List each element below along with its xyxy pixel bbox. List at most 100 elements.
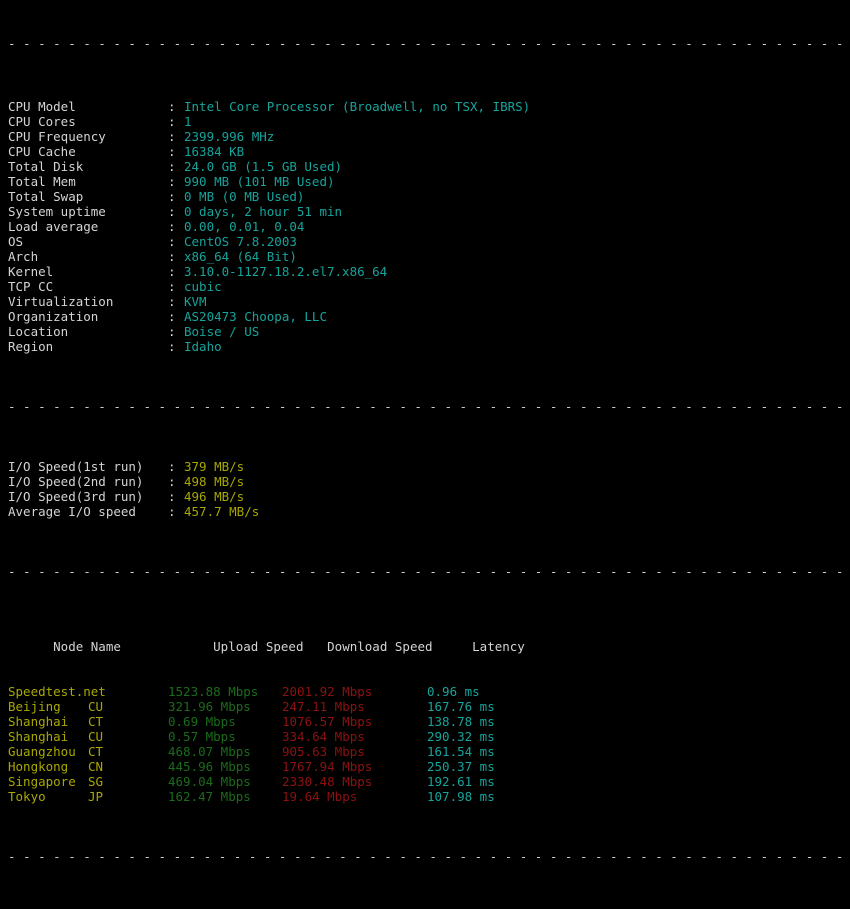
system-info-value: Idaho — [184, 339, 222, 354]
io-speed-value: 496 MB/s — [184, 489, 245, 504]
system-info-value: 16384 KB — [184, 144, 245, 159]
system-info-colon: : — [168, 114, 176, 129]
speedtest-node-carrier: SG — [88, 774, 104, 789]
separator-top: - - - - - - - - - - - - - - - - - - - - … — [8, 39, 850, 48]
speedtest-upload-speed: 445.96 Mbps — [168, 759, 251, 774]
speedtest-node-name: Singapore — [8, 774, 76, 789]
speedtest-row: Beijing CU 321.96 Mbps 247.11 Mbps 167.76 ms — [8, 699, 850, 714]
header-upload-speed: Upload Speed — [213, 639, 304, 654]
speedtest-row: Guangzhou CT 468.07 Mbps 905.63 Mbps 161.54 … — [8, 744, 850, 759]
speedtest-download-speed: 1076.57 Mbps — [282, 714, 373, 729]
system-info-value: Intel Core Processor (Broadwell, no TSX,… — [184, 99, 531, 114]
system-info-colon: : — [168, 204, 176, 219]
system-info-row: CPU Model: Intel Core Processor (Broadwel… — [8, 99, 850, 114]
speedtest-node-carrier: JP — [88, 789, 104, 804]
system-info-colon: : — [168, 264, 176, 279]
io-speed-row: I/O Speed(2nd run):498 MB/s — [8, 474, 850, 489]
speedtest-row: Hongkong CN 445.96 Mbps 1767.94 Mbps 250.37 … — [8, 759, 850, 774]
system-info-row: CPU Cores:1 — [8, 114, 850, 129]
system-info-colon: : — [168, 339, 176, 354]
speedtest-node-name: Hongkong — [8, 759, 69, 774]
system-info-value: 990 MB (101 MB Used) — [184, 174, 335, 189]
system-info-section: CPU Model: Intel Core Processor (Broadwel… — [8, 99, 850, 354]
system-info-value: 0.00, 0.01, 0.04 — [184, 219, 305, 234]
system-info-colon: : — [168, 129, 176, 144]
io-speed-colon: : — [168, 474, 176, 489]
system-info-label: Load average — [8, 219, 99, 234]
system-info-colon: : — [168, 174, 176, 189]
system-info-label: Virtualization — [8, 294, 114, 309]
speedtest-node-carrier: CT — [88, 714, 104, 729]
io-speed-value: 379 MB/s — [184, 459, 245, 474]
system-info-label: Total Mem — [8, 174, 76, 189]
system-info-colon: : — [168, 309, 176, 324]
speedtest-download-speed: 2001.92 Mbps — [282, 684, 373, 699]
speedtest-row: Shanghai CT 0.69 Mbps 1076.57 Mbps 138.78 ms — [8, 714, 850, 729]
system-info-value: cubic — [184, 279, 222, 294]
speedtest-upload-speed: 0.69 Mbps — [168, 714, 236, 729]
system-info-value: 2399.996 MHz — [184, 129, 275, 144]
system-info-row: Kernel:3.10.0-1127.18.2.el7.x86_64 — [8, 264, 850, 279]
speedtest-upload-speed: 162.47 Mbps — [168, 789, 251, 804]
header-node-name: Node Name — [53, 639, 121, 654]
system-info-row: TCP CC: cubic — [8, 279, 850, 294]
speedtest-node-name: Shanghai — [8, 729, 69, 744]
io-speed-value: 498 MB/s — [184, 474, 245, 489]
system-info-colon: : — [168, 324, 176, 339]
speedtest-download-speed: 1767.94 Mbps — [282, 759, 373, 774]
io-speed-label: Average I/O speed — [8, 504, 136, 519]
system-info-colon: : — [168, 189, 176, 204]
terminal-window: - - - - - - - - - - - - - - - - - - - - … — [0, 0, 850, 864]
speedtest-upload-speed: 321.96 Mbps — [168, 699, 251, 714]
speedtest-node-carrier: CU — [88, 729, 104, 744]
system-info-value: 1 — [184, 114, 192, 129]
system-info-label: Total Disk — [8, 159, 84, 174]
speedtest-node-name: Speedtest.net — [8, 684, 106, 699]
speedtest-upload-speed: 1523.88 Mbps — [168, 684, 259, 699]
system-info-colon: : — [168, 99, 176, 114]
system-info-row: Region: Idaho — [8, 339, 850, 354]
io-speed-label: I/O Speed(1st run) — [8, 459, 144, 474]
speedtest-download-speed: 905.63 Mbps — [282, 744, 365, 759]
system-info-label: Arch — [8, 249, 39, 264]
system-info-colon: : — [168, 144, 176, 159]
speedtest-header-row: Node Name Upload Speed Download Speed Laten… — [8, 624, 850, 654]
speedtest-latency: 161.54 ms — [427, 744, 495, 759]
system-info-colon: : — [168, 219, 176, 234]
speedtest-latency: 107.98 ms — [427, 789, 495, 804]
terminal-output: - - - - - - - - - - - - - - - - - - - - … — [8, 0, 850, 909]
system-info-value: CentOS 7.8.2003 — [184, 234, 297, 249]
speedtest-latency: 138.78 ms — [427, 714, 495, 729]
system-info-colon: : — [168, 279, 176, 294]
header-latency: Latency — [472, 639, 525, 654]
system-info-value: 24.0 GB (1.5 GB Used) — [184, 159, 343, 174]
speedtest-download-speed: 2330.48 Mbps — [282, 774, 373, 789]
system-info-row: OS: CentOS 7.8.2003 — [8, 234, 850, 249]
system-info-row: Total Mem:990 MB (101 MB Used) — [8, 174, 850, 189]
speedtest-row: Tokyo JP 162.47 Mbps 19.64 Mbps 107.98 ms — [8, 789, 850, 804]
speedtest-latency: 192.61 ms — [427, 774, 495, 789]
speedtest-node-name: Shanghai — [8, 714, 69, 729]
header-download-speed: Download Speed — [327, 639, 433, 654]
system-info-value: 0 MB (0 MB Used) — [184, 189, 305, 204]
system-info-label: CPU Cores — [8, 114, 76, 129]
system-info-label: OS — [8, 234, 24, 249]
system-info-colon: : — [168, 294, 176, 309]
io-speed-colon: : — [168, 504, 176, 519]
speedtest-node-name: Tokyo — [8, 789, 46, 804]
speedtest-row: Shanghai CU 0.57 Mbps 334.64 Mbps 290.32 ms — [8, 729, 850, 744]
system-info-value: Boise / US — [184, 324, 260, 339]
io-speed-label: I/O Speed(2nd run) — [8, 474, 144, 489]
io-speed-row: Average I/O speed:457.7 MB/s — [8, 504, 850, 519]
system-info-label: Total Swap — [8, 189, 84, 204]
speedtest-upload-speed: 0.57 Mbps — [168, 729, 236, 744]
system-info-label: Kernel — [8, 264, 54, 279]
io-speed-colon: : — [168, 459, 176, 474]
io-speed-row: I/O Speed(3rd run):496 MB/s — [8, 489, 850, 504]
io-speed-section: I/O Speed(1st run):379 MB/s I/O Speed(2nd… — [8, 459, 850, 519]
system-info-colon: : — [168, 249, 176, 264]
io-speed-value: 457.7 MB/s — [184, 504, 260, 519]
speedtest-row: Singapore SG 469.04 Mbps 2330.48 Mbps 192.61… — [8, 774, 850, 789]
system-info-row: Total Swap:0 MB (0 MB Used) — [8, 189, 850, 204]
system-info-label: CPU Model — [8, 99, 76, 114]
